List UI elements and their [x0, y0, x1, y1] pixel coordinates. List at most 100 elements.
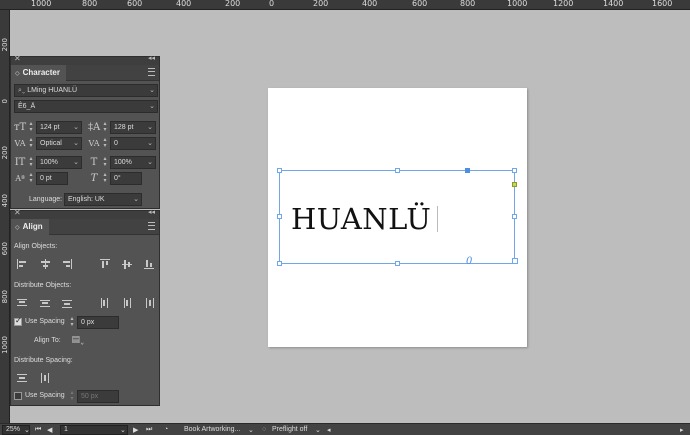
- resize-handle[interactable]: [277, 214, 282, 219]
- use-spacing-field[interactable]: 0 px: [77, 316, 119, 329]
- language-select[interactable]: English: UK ⌄: [64, 193, 142, 206]
- ruler-label: 600: [412, 0, 428, 8]
- use-spacing-checkbox[interactable]: [14, 316, 22, 326]
- stepper-icon[interactable]: ▴ ▾: [28, 172, 34, 185]
- scroll-right-icon[interactable]: ▸: [680, 426, 684, 434]
- out-port-handle[interactable]: [512, 258, 518, 264]
- distribute-horizontal-centers-icon[interactable]: [122, 298, 132, 308]
- panel-header: ✕ ◂◂: [11, 54, 159, 65]
- stepper-icon[interactable]: ▴ ▾: [102, 121, 108, 134]
- language-value: English: UK: [68, 196, 105, 203]
- vertical-scale-field[interactable]: 100% ⌄: [36, 156, 82, 169]
- resize-handle[interactable]: [395, 261, 400, 266]
- leading-field[interactable]: 128 pt ⌄: [110, 121, 156, 134]
- align-top-edges-icon[interactable]: [100, 259, 110, 269]
- stepper-icon[interactable]: ▴ ▾: [102, 172, 108, 185]
- stepper-icon[interactable]: ▴ ▾: [102, 156, 108, 169]
- ruler-label: 0: [1, 99, 9, 104]
- distribute-vertical-space-icon[interactable]: [17, 373, 27, 383]
- ruler-label: 1600: [652, 0, 673, 8]
- diamond-icon: ◇: [15, 71, 20, 77]
- ruler-label: 800: [1, 290, 9, 304]
- baseline-shift-field[interactable]: 0 pt: [36, 172, 68, 185]
- distribute-right-edges-icon[interactable]: [144, 298, 154, 308]
- ruler-label: 600: [127, 0, 143, 8]
- align-horizontal-centers-icon[interactable]: [40, 259, 50, 269]
- collapse-icon[interactable]: ◂◂: [148, 208, 155, 216]
- resize-handle[interactable]: [395, 168, 400, 173]
- use-spacing-2-field[interactable]: 50 px: [77, 390, 119, 403]
- spinner-icon: ◔: [164, 426, 169, 433]
- resize-handle[interactable]: [277, 168, 282, 173]
- distribute-vertical-centers-icon[interactable]: [40, 298, 50, 308]
- font-family-select[interactable]: ⌕⌄ LMing HUANLÜ ⌄: [14, 84, 158, 97]
- stepper-icon[interactable]: ▴ ▾: [28, 156, 34, 169]
- horizontal-scale-icon: T: [90, 157, 98, 168]
- first-page-icon[interactable]: ⏮: [35, 426, 41, 434]
- tracking-field[interactable]: 0 ⌄: [110, 137, 156, 150]
- panel-menu-icon[interactable]: [148, 222, 155, 230]
- chevron-down-icon: ⌄: [73, 140, 79, 147]
- skew-field[interactable]: 0°: [110, 172, 142, 185]
- language-label: Language:: [29, 196, 63, 203]
- stepper-icon[interactable]: ▴ ▾: [28, 121, 34, 134]
- chevron-down-icon: ⌄: [149, 103, 155, 110]
- prev-page-icon[interactable]: ◀: [47, 426, 52, 434]
- last-page-icon[interactable]: ⏭: [146, 426, 152, 434]
- distribute-bottom-edges-icon[interactable]: [62, 298, 72, 308]
- preflight-label[interactable]: Preflight off: [272, 426, 307, 433]
- horizontal-scale-value: 100%: [114, 159, 132, 166]
- resize-handle[interactable]: [277, 261, 282, 266]
- ruler-label: 0: [269, 0, 275, 8]
- align-to-selection-icon[interactable]: ▤˯: [71, 334, 85, 347]
- use-spacing-2-value: 50 px: [81, 393, 99, 400]
- vertical-scale-icon: IT: [14, 157, 26, 168]
- frame-link-icon: 0: [466, 256, 473, 267]
- font-style-select[interactable]: Ê6_Ä ⌄: [14, 100, 158, 113]
- stepper-icon[interactable]: ▴ ▾: [69, 316, 75, 329]
- collapse-icon[interactable]: ◂◂: [148, 54, 155, 62]
- resize-handle[interactable]: [512, 214, 517, 219]
- vertical-ruler[interactable]: 200 0 200 400 600 800 1000: [0, 10, 10, 423]
- kerning-field[interactable]: Optical ⌄: [36, 137, 82, 150]
- chevron-down-icon: ⌄: [133, 196, 139, 203]
- horizontal-scale-field[interactable]: 100% ⌄: [110, 156, 156, 169]
- ruler-label: 200: [1, 38, 9, 52]
- tab-align[interactable]: ◇ Align: [11, 219, 49, 235]
- align-right-edges-icon[interactable]: [62, 259, 72, 269]
- frame-text[interactable]: HUANLÜ: [291, 202, 431, 236]
- use-spacing-2-label: Use Spacing: [25, 392, 65, 399]
- ruler-label: 400: [1, 194, 9, 208]
- close-icon[interactable]: ✕: [14, 54, 21, 63]
- distribute-left-edges-icon[interactable]: [100, 298, 110, 308]
- scroll-left-icon[interactable]: ◂: [327, 426, 331, 434]
- stepper-icon[interactable]: ▴ ▾: [69, 390, 75, 403]
- in-port-icon[interactable]: [465, 168, 470, 173]
- distribute-horizontal-space-icon[interactable]: [40, 373, 50, 383]
- status-bar: 25% ⌄ ⏮ ◀ 1 ⌄ ▶ ⏭ ◔ Book Artworking... ⌄…: [0, 423, 690, 435]
- corner-options-icon[interactable]: [512, 182, 517, 187]
- align-vertical-centers-icon[interactable]: [122, 259, 132, 269]
- horizontal-ruler[interactable]: 1000 800 600 400 200 0 200 400 600 800 1…: [0, 0, 690, 10]
- tab-character[interactable]: ◇ Character: [11, 65, 66, 81]
- resize-handle[interactable]: [512, 168, 517, 173]
- ruler-label: 800: [82, 0, 98, 8]
- use-spacing-2-checkbox[interactable]: [14, 392, 22, 400]
- chevron-down-icon: ⌄: [120, 427, 126, 434]
- align-left-edges-icon[interactable]: [17, 259, 27, 269]
- kerning-icon: VA: [14, 139, 26, 148]
- use-spacing-value: 0 px: [81, 319, 95, 326]
- stepper-icon[interactable]: ▴ ▾: [102, 137, 108, 150]
- ruler-label: 1200: [553, 0, 574, 8]
- page-number-field[interactable]: 1: [60, 425, 128, 435]
- next-page-icon[interactable]: ▶: [133, 426, 138, 434]
- tab-label: Character: [22, 68, 60, 77]
- chevron-down-icon: ⌄: [315, 427, 321, 434]
- profile-label[interactable]: Book Artworking...: [184, 426, 240, 433]
- panel-menu-icon[interactable]: [148, 68, 155, 76]
- distribute-top-edges-icon[interactable]: [17, 298, 27, 308]
- align-bottom-edges-icon[interactable]: [144, 259, 154, 269]
- close-icon[interactable]: ✕: [14, 208, 21, 217]
- stepper-icon[interactable]: ▴ ▾: [28, 137, 34, 150]
- font-size-field[interactable]: 124 pt ⌄: [36, 121, 82, 134]
